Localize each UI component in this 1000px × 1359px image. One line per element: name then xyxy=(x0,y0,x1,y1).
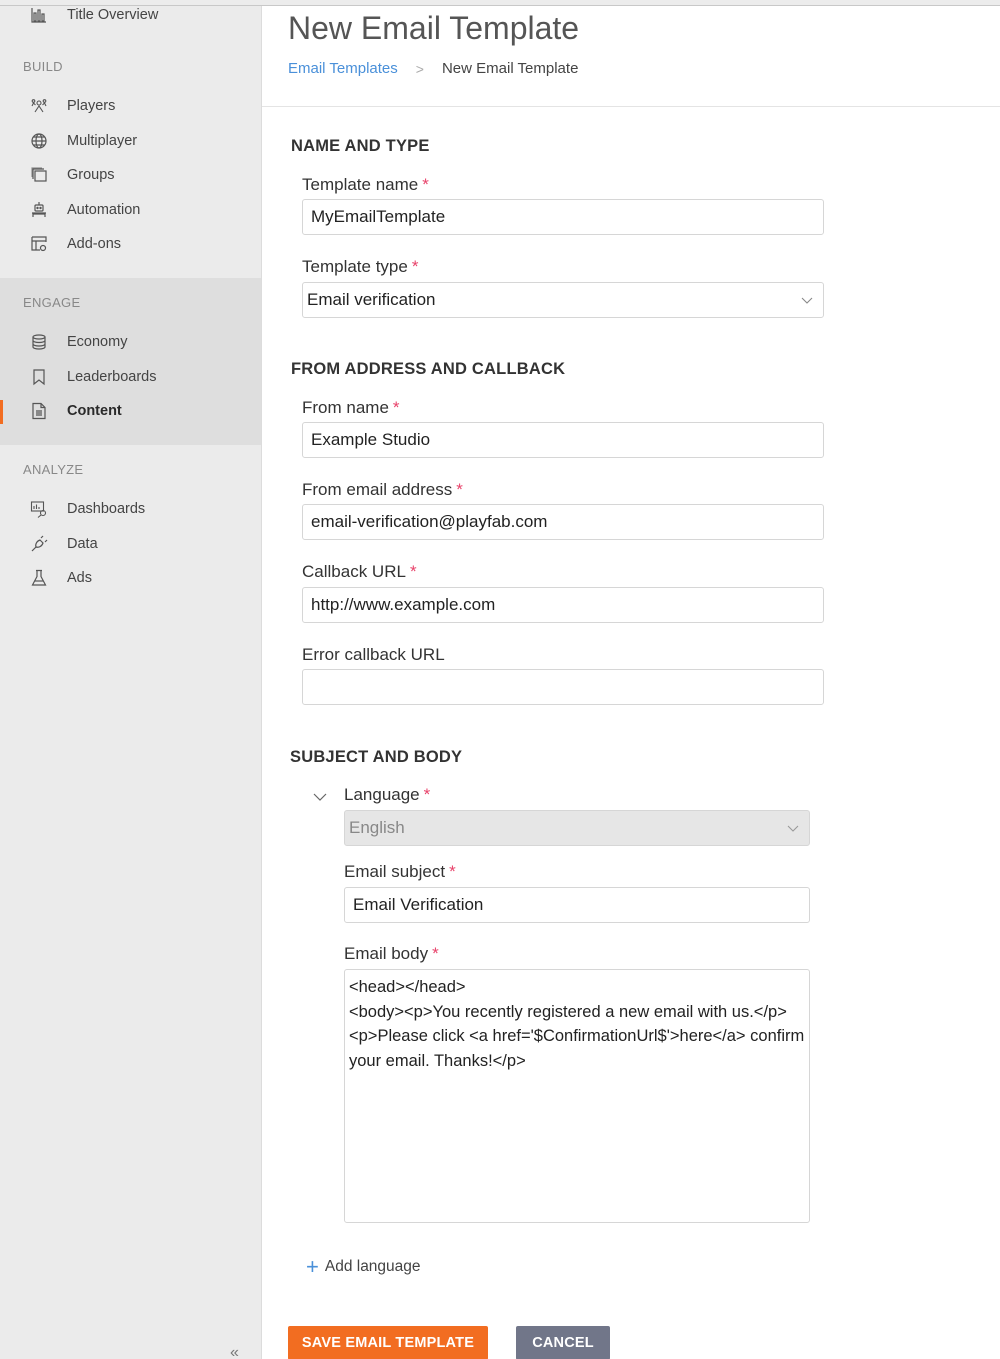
callback-url-input[interactable]: http://www.example.com xyxy=(302,587,824,623)
section-title-from-address: FROM ADDRESS AND CALLBACK xyxy=(291,360,566,378)
label-text: Email subject xyxy=(344,862,446,881)
sidebar-item-label: Data xyxy=(67,536,98,552)
label-text: Callback URL xyxy=(302,562,406,581)
globe-icon xyxy=(30,132,48,150)
bar-chart-icon xyxy=(30,6,48,24)
email-subject-label: Email subject * xyxy=(344,862,456,882)
error-callback-url-input[interactable] xyxy=(302,669,824,705)
label-text: From name xyxy=(302,398,389,417)
email-body-label: Email body * xyxy=(344,944,439,964)
from-email-label: From email address * xyxy=(302,480,463,500)
required-marker: * xyxy=(432,944,439,963)
breadcrumb-link-email-templates[interactable]: Email Templates xyxy=(288,60,398,77)
sidebar-item-multiplayer[interactable]: Multiplayer xyxy=(0,126,261,156)
sidebar-item-content[interactable]: Content xyxy=(0,396,261,426)
section-title-name-and-type: NAME AND TYPE xyxy=(291,137,430,155)
sidebar-item-label: Multiplayer xyxy=(67,133,138,149)
sidebar-heading-analyze: ANALYZE xyxy=(23,462,84,477)
select-value: Email verification xyxy=(307,290,436,309)
required-marker: * xyxy=(423,785,431,804)
breadcrumb: Email Templates > New Email Template xyxy=(288,60,578,77)
sidebar-item-players[interactable]: Players xyxy=(0,91,261,121)
addons-icon xyxy=(30,235,48,253)
email-body-textarea[interactable]: <head></head> <body><p>You recently regi… xyxy=(344,969,810,1223)
required-marker: * xyxy=(449,862,456,881)
template-type-select[interactable]: Email verification xyxy=(302,282,824,318)
players-icon xyxy=(30,97,48,115)
error-callback-url-label: Error callback URL xyxy=(302,645,445,664)
chevron-down-icon[interactable] xyxy=(312,789,328,805)
sidebar-item-label: Economy xyxy=(67,334,128,350)
sidebar-item-label: Groups xyxy=(67,167,115,183)
template-type-label: Template type * xyxy=(302,257,418,277)
sidebar-item-label: Content xyxy=(67,403,122,419)
header-divider xyxy=(262,106,1000,107)
required-marker: * xyxy=(392,398,400,417)
sidebar-item-economy[interactable]: Economy xyxy=(0,327,261,357)
language-select[interactable]: English xyxy=(344,810,810,846)
breadcrumb-current: New Email Template xyxy=(441,60,579,77)
save-email-template-button[interactable]: SAVE EMAIL TEMPLATE xyxy=(288,1326,488,1359)
bookmark-icon xyxy=(30,368,48,386)
label-text: From email address xyxy=(302,480,453,499)
label-text: Template name xyxy=(302,175,419,194)
breadcrumb-separator: > xyxy=(415,60,424,77)
label-text: Template type xyxy=(302,257,408,276)
select-value: English xyxy=(349,818,405,837)
sidebar-item-label: Leaderboards xyxy=(67,369,157,385)
sidebar-item-label: Players xyxy=(67,98,116,114)
flask-icon xyxy=(30,569,48,587)
template-name-input[interactable]: MyEmailTemplate xyxy=(302,199,824,235)
sidebar-item-groups[interactable]: Groups xyxy=(0,160,261,190)
document-icon xyxy=(30,402,48,420)
required-marker: * xyxy=(456,480,463,499)
from-name-label: From name * xyxy=(302,398,400,418)
from-name-input[interactable]: Example Studio xyxy=(302,422,824,458)
sidebar-item-label: Dashboards xyxy=(67,501,146,517)
add-language-button[interactable]: + Add language xyxy=(306,1256,421,1278)
main-content: New Email Template Email Templates > New… xyxy=(262,6,1000,1359)
required-marker: * xyxy=(409,562,417,581)
page-title: New Email Template xyxy=(288,10,580,46)
sidebar-item-add-ons[interactable]: Add-ons xyxy=(0,229,261,259)
cancel-button[interactable]: CANCEL xyxy=(516,1326,610,1359)
label-text: Language xyxy=(344,785,420,804)
sidebar-item-leaderboards[interactable]: Leaderboards xyxy=(0,362,261,392)
label-text: Email body xyxy=(344,944,429,963)
top-border xyxy=(0,0,1000,6)
template-name-label: Template name * xyxy=(302,175,429,195)
sidebar-item-automation[interactable]: Automation xyxy=(0,195,261,225)
required-marker: * xyxy=(422,175,429,194)
sidebar-heading-engage: ENGAGE xyxy=(23,295,81,310)
sidebar-item-label: Title Overview xyxy=(67,7,159,23)
sidebar-heading-build: BUILD xyxy=(23,59,63,74)
section-title-subject-and-body: SUBJECT AND BODY xyxy=(290,748,463,766)
collapse-sidebar-button[interactable]: « xyxy=(230,1344,239,1359)
sidebar: Title Overview BUILD Players Multiplayer… xyxy=(0,6,262,1359)
plug-icon xyxy=(30,535,48,553)
callback-url-label: Callback URL * xyxy=(302,562,417,582)
sidebar-item-label: Add-ons xyxy=(67,236,122,252)
sidebar-item-ads[interactable]: Ads xyxy=(0,563,261,593)
sidebar-item-label: Ads xyxy=(67,570,92,586)
plus-icon: + xyxy=(306,1254,319,1279)
sidebar-item-label: Automation xyxy=(67,202,141,218)
email-subject-input[interactable]: Email Verification xyxy=(344,887,810,923)
coins-icon xyxy=(30,333,48,351)
add-language-label: Add language xyxy=(324,1258,421,1275)
chevron-down-icon xyxy=(787,825,799,832)
robot-icon xyxy=(30,201,48,219)
required-marker: * xyxy=(411,257,419,276)
from-email-input[interactable]: email-verification@playfab.com xyxy=(302,504,824,540)
dashboard-icon xyxy=(30,500,48,518)
sidebar-item-data[interactable]: Data xyxy=(0,529,261,559)
groups-icon xyxy=(30,166,48,184)
language-label: Language * xyxy=(344,785,430,805)
sidebar-item-dashboards[interactable]: Dashboards xyxy=(0,494,261,524)
chevron-down-icon xyxy=(801,297,813,304)
